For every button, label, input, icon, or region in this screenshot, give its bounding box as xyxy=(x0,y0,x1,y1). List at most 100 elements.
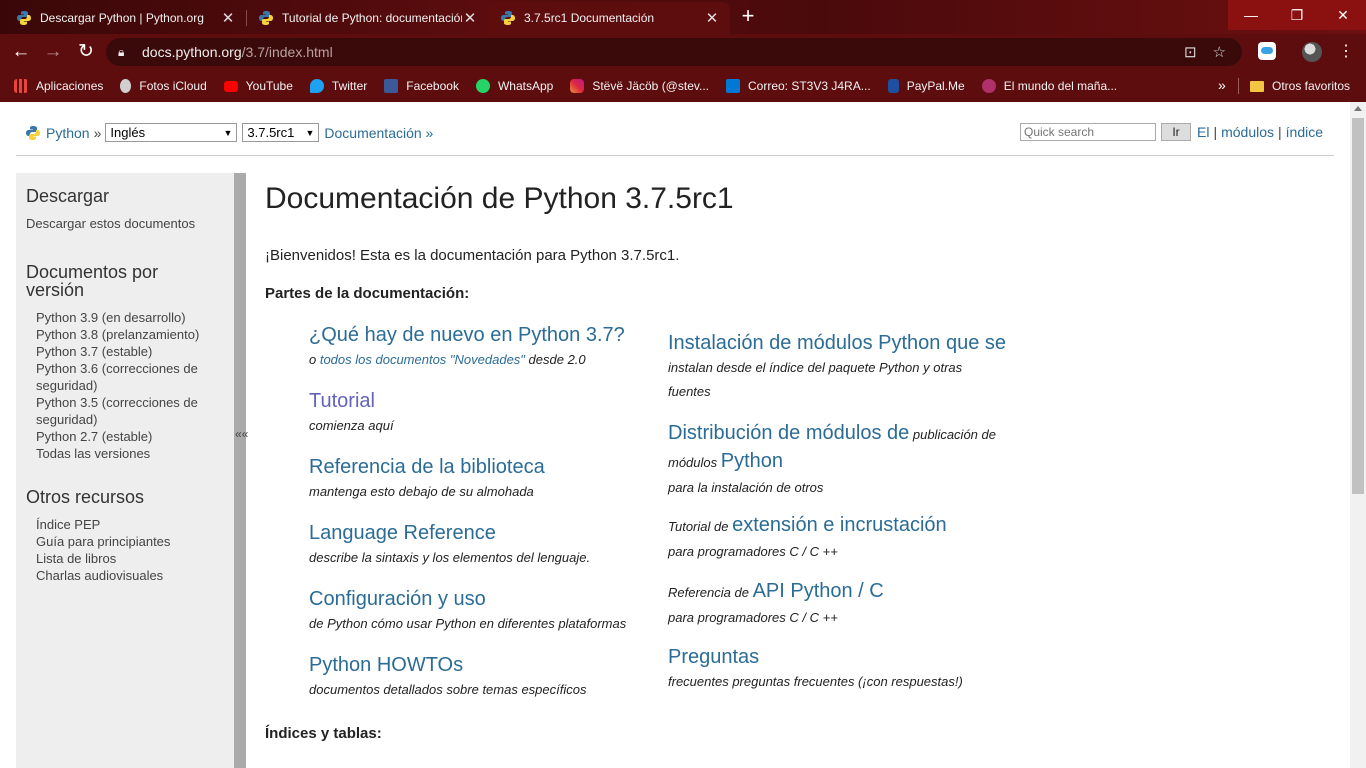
sidebar-heading-versions: Documentos por xyxy=(26,262,159,282)
tab-python-tutorial[interactable]: Tutorial de Python: documentación ✕ xyxy=(246,2,488,34)
documentation-crumb-link[interactable]: Documentación » xyxy=(324,125,433,141)
faq-entry: Preguntas frecuentes preguntas frecuente… xyxy=(668,644,1048,694)
tutorial-link[interactable]: Tutorial xyxy=(309,388,669,414)
capi-link[interactable]: Referencia de API Python / C xyxy=(668,578,1048,606)
bookmarks-divider xyxy=(1238,78,1239,94)
bookmark-whatsapp[interactable]: WhatsApp xyxy=(475,79,554,93)
setup-entry: Configuración y uso de Python cómo usar … xyxy=(309,586,669,636)
bookmark-icloud-photos[interactable]: Fotos iCloud xyxy=(120,79,207,93)
sidebar-resources-section: Otros recursos Índice PEP Guía para prin… xyxy=(26,488,226,584)
browser-menu-icon[interactable]: ⋮ xyxy=(1338,42,1354,62)
quick-search-input[interactable] xyxy=(1019,123,1156,141)
index-link[interactable]: índice xyxy=(1286,124,1323,140)
bookmark-facebook[interactable]: Facebook xyxy=(384,79,459,93)
sidebar-heading-resources: Otros recursos xyxy=(26,487,145,507)
resource-link-beginners-guide[interactable]: Guía para principiantes xyxy=(36,533,226,550)
quick-search: Ir El | módulos | índice xyxy=(1019,123,1323,141)
other-bookmarks-folder[interactable]: Otros favoritos xyxy=(1250,70,1350,102)
whatsnew-link[interactable]: ¿Qué hay de nuevo en Python 3.7? xyxy=(309,322,669,348)
tutorial-entry: Tutorial comienza aquí xyxy=(309,388,669,438)
facebook-icon xyxy=(384,79,399,93)
tab-python-download[interactable]: Descargar Python | Python.org ✕ xyxy=(4,2,246,34)
sidebar-versions-section: Documentos por versión Python 3.9 (en de… xyxy=(26,263,226,462)
bookmark-paypal[interactable]: PayPal.Me xyxy=(887,79,965,93)
language-reference-link[interactable]: Language Reference xyxy=(309,520,669,546)
collapse-sidebar-icon[interactable]: «« xyxy=(235,427,248,441)
scrollbar-thumb[interactable] xyxy=(1352,118,1364,494)
version-link-3-8[interactable]: Python 3.8 (prelanzamiento) xyxy=(36,326,226,343)
scroll-up-icon[interactable] xyxy=(1354,106,1362,111)
language-select[interactable]: Inglés ▼ xyxy=(105,123,238,142)
faq-link[interactable]: Preguntas xyxy=(668,644,1048,670)
el-link[interactable]: El xyxy=(1197,124,1209,140)
bookmark-label: WhatsApp xyxy=(497,79,554,93)
new-tab-button[interactable]: + xyxy=(734,5,762,29)
setup-link[interactable]: Configuración y uso xyxy=(309,586,669,612)
version-link-2-7[interactable]: Python 2.7 (estable) xyxy=(36,428,226,445)
distributing-small-text-2: módulos xyxy=(668,455,721,470)
python-favicon-icon xyxy=(17,11,31,25)
version-link-3-6-cont[interactable]: seguridad) xyxy=(36,377,226,394)
onedrive-extension-icon[interactable] xyxy=(1258,42,1276,60)
modules-link[interactable]: módulos xyxy=(1221,124,1274,140)
installing-link[interactable]: Instalación de módulos Python que se xyxy=(668,330,1048,356)
version-link-3-9[interactable]: Python 3.9 (en desarrollo) xyxy=(36,309,226,326)
translate-icon[interactable]: ⊡ xyxy=(1184,43,1197,61)
more-bookmarks-icon[interactable]: » xyxy=(1218,77,1226,93)
tab-python-docs[interactable]: 3.7.5rc1 Documentación ✕ xyxy=(488,2,730,34)
close-window-button[interactable]: ✕ xyxy=(1320,0,1366,30)
sidebar-collapse-bar[interactable] xyxy=(234,173,246,768)
python-home-link[interactable]: Python xyxy=(46,125,90,141)
extending-link[interactable]: Tutorial de extensión e incrustación xyxy=(668,512,1048,540)
library-reference-link[interactable]: Referencia de la biblioteca xyxy=(309,454,669,480)
howto-entry: Python HOWTOs documentos detallados sobr… xyxy=(309,652,669,702)
reload-icon[interactable]: ↻ xyxy=(73,40,99,64)
version-link-3-5-cont[interactable]: seguridad) xyxy=(36,411,226,428)
youtube-icon xyxy=(223,80,238,92)
tab-close-icon[interactable]: ✕ xyxy=(704,9,720,27)
restore-window-button[interactable]: ❐ xyxy=(1274,0,1320,30)
howto-link[interactable]: Python HOWTOs xyxy=(309,652,669,678)
twitter-icon xyxy=(309,79,324,93)
lock-icon: 🔒︎ xyxy=(118,44,125,59)
bookmark-outlook[interactable]: Correo: ST3V3 J4RA... xyxy=(725,79,871,93)
bookmark-star-icon[interactable]: ☆ xyxy=(1213,43,1226,61)
tab-close-icon[interactable]: ✕ xyxy=(220,9,236,27)
forward-arrow-icon[interactable]: → xyxy=(40,40,66,64)
bookmark-site[interactable]: El mundo del maña... xyxy=(981,79,1118,93)
bookmark-apps[interactable]: Aplicaciones xyxy=(14,79,103,93)
version-select[interactable]: 3.7.5rc1 ▼ xyxy=(242,123,320,142)
page-scrollbar[interactable] xyxy=(1350,102,1366,768)
download-docs-link[interactable]: Descargar estos documentos xyxy=(26,215,226,232)
extending-pre-text: Tutorial de xyxy=(668,519,733,534)
resource-link-pep-index[interactable]: Índice PEP xyxy=(36,516,226,533)
distributing-link-cont[interactable]: módulos Python xyxy=(668,448,1048,476)
link-separator: | xyxy=(1213,124,1218,140)
version-link-3-7[interactable]: Python 3.7 (estable) xyxy=(36,343,226,360)
bookmark-instagram[interactable]: Stëvë Jäcöb (@stev... xyxy=(570,79,709,93)
outlook-icon xyxy=(725,79,740,93)
folder-icon xyxy=(1250,80,1264,92)
profile-avatar[interactable] xyxy=(1302,42,1322,62)
back-arrow-icon[interactable]: ← xyxy=(8,40,34,64)
version-link-3-5[interactable]: Python 3.5 (correcciones de xyxy=(36,394,226,411)
search-go-button[interactable]: Ir xyxy=(1160,123,1191,141)
bookmark-twitter[interactable]: Twitter xyxy=(309,79,367,93)
resource-link-talks[interactable]: Charlas audiovisuales xyxy=(36,567,226,584)
address-bar[interactable]: 🔒︎ docs.python.org/3.7/index.html ⊡ ☆ xyxy=(106,38,1242,66)
sidebar-heading-versions-line2: versión xyxy=(26,280,85,300)
bookmark-label: El mundo del maña... xyxy=(1003,79,1118,93)
sidebar-download-section: Descargar Descargar estos documentos xyxy=(26,187,226,232)
distributing-small-text: publicación de xyxy=(909,427,996,442)
minimize-window-button[interactable]: — xyxy=(1228,0,1274,30)
bookmark-youtube[interactable]: YouTube xyxy=(223,79,293,93)
distributing-link[interactable]: Distribución de módulos de publicación d… xyxy=(668,420,1048,448)
other-bookmarks-label: Otros favoritos xyxy=(1272,79,1351,93)
version-link-3-6[interactable]: Python 3.6 (correcciones de xyxy=(36,360,226,377)
tab-close-icon[interactable]: ✕ xyxy=(462,9,478,27)
version-link-all[interactable]: Todas las versiones xyxy=(36,445,226,462)
tab-strip: Descargar Python | Python.org ✕ Tutorial… xyxy=(0,0,1366,34)
sidebar-heading-download: Descargar xyxy=(26,186,110,206)
resource-link-book-list[interactable]: Lista de libros xyxy=(36,550,226,567)
all-whatsnew-link[interactable]: todos los documentos "Novedades" xyxy=(320,352,525,367)
